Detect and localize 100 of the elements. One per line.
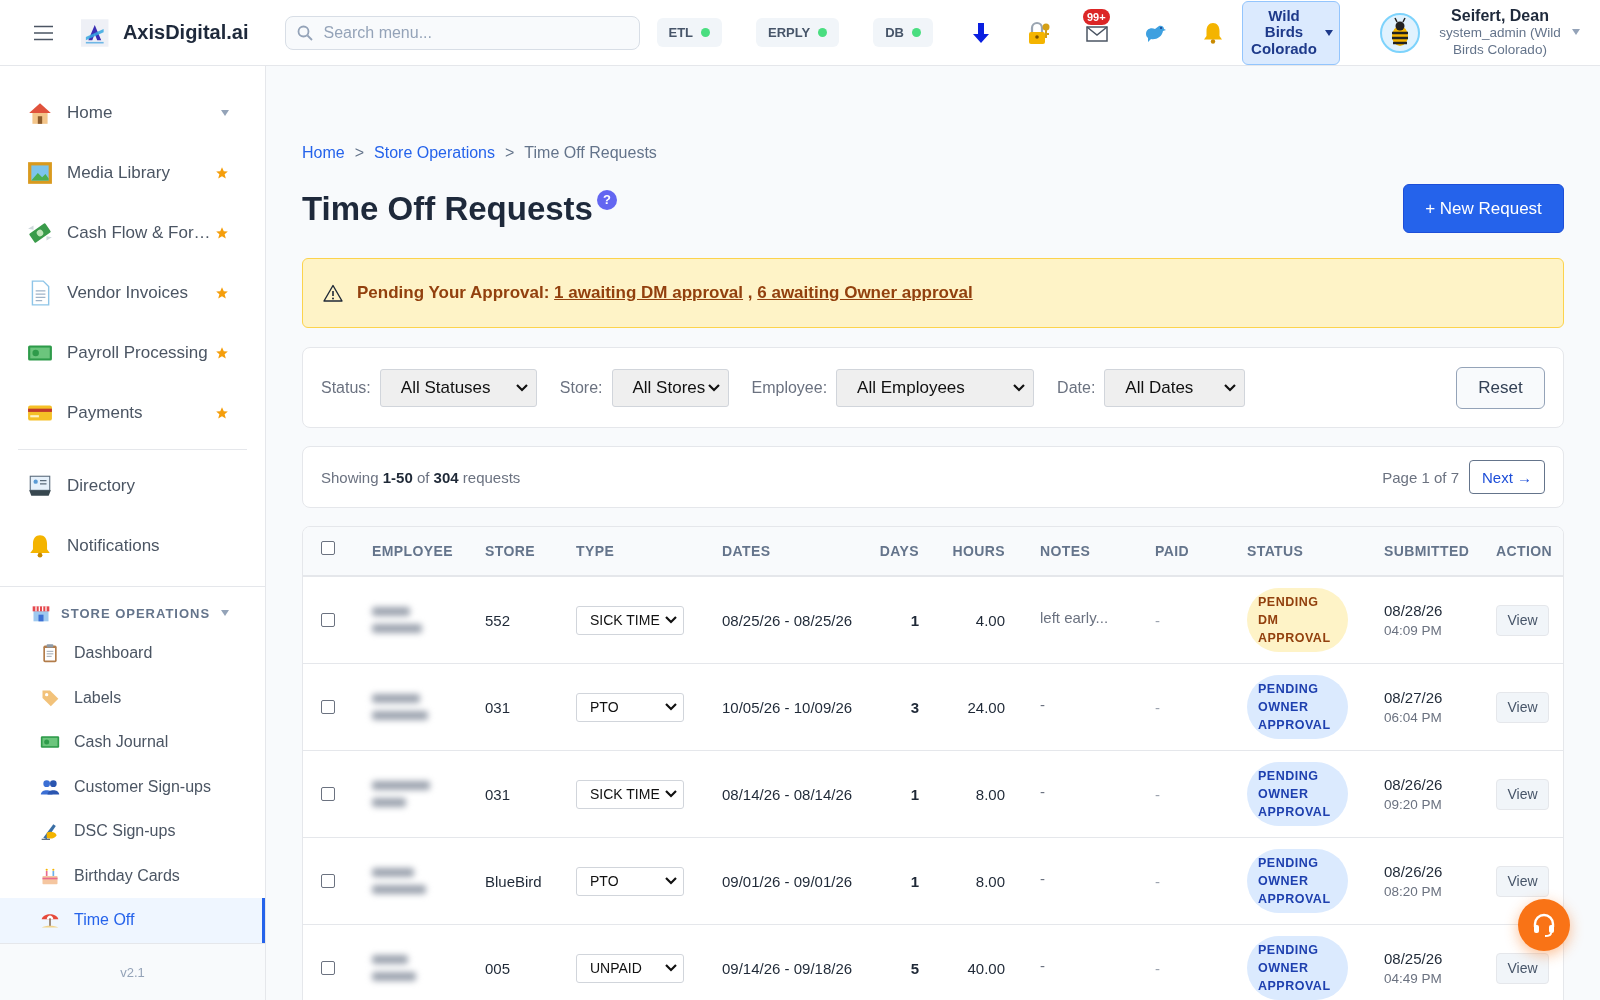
- type-dropdown[interactable]: UNPAID: [576, 953, 684, 983]
- chevron-icon: [665, 616, 677, 624]
- chevron-icon: [1013, 383, 1026, 392]
- warning-icon: [323, 284, 343, 302]
- menu-icon[interactable]: [34, 23, 54, 42]
- dates-cell-text: 09/14/26 - 09/18/26: [722, 959, 854, 977]
- nav-link[interactable]: DSC Sign-ups: [0, 809, 265, 854]
- filter-label: Date:: [1057, 378, 1096, 397]
- next-page-button[interactable]: Next →: [1469, 460, 1545, 494]
- search-field[interactable]: Search menu...: [284, 15, 640, 50]
- nav-link[interactable]: Time Off: [0, 898, 265, 943]
- nav-link[interactable]: Customer Sign-ups: [0, 764, 265, 809]
- nav-link[interactable]: Labels: [0, 675, 265, 720]
- dates-cell-text: 09/01/26 - 09/01/26: [722, 872, 854, 890]
- star-icon[interactable]: [215, 406, 229, 420]
- nav-link[interactable]: Cash Flow & For…: [27, 220, 215, 246]
- star-icon[interactable]: [215, 286, 229, 300]
- column-header: ACTION: [1496, 543, 1554, 559]
- row-checkbox[interactable]: [321, 700, 335, 714]
- row-checkbox[interactable]: [321, 787, 335, 801]
- notification-count: 99+: [1083, 8, 1110, 25]
- view-button[interactable]: View: [1496, 778, 1549, 810]
- column-header: TYPE: [576, 543, 616, 559]
- blurred-name: [372, 694, 428, 720]
- nav-link[interactable]: Payroll Processing: [27, 340, 215, 366]
- caret-icon: [221, 610, 229, 616]
- bee-avatar-icon[interactable]: [1380, 12, 1420, 53]
- section-toggle[interactable]: STORE OPERATIONS: [0, 587, 265, 631]
- hours-cell-text: 4.00: [974, 611, 1005, 629]
- row-checkbox[interactable]: [321, 874, 335, 888]
- view-button[interactable]: View: [1496, 865, 1549, 897]
- store-cell-text: BlueBird: [485, 872, 543, 890]
- approval-link[interactable]: 6 awaiting Owner approval: [757, 283, 973, 302]
- nav-link[interactable]: Payments: [27, 400, 215, 426]
- type-dropdown[interactable]: SICK TIME: [576, 605, 684, 635]
- approval-link[interactable]: 1 awaiting DM approval: [554, 283, 744, 302]
- caret-icon: [1325, 29, 1333, 36]
- caret-icon: [1572, 28, 1580, 35]
- type-dropdown[interactable]: PTO: [576, 692, 684, 722]
- new-request-button[interactable]: + New Request: [1403, 184, 1564, 233]
- approval-message: Pending Your Approval: 1 awaiting DM approval , 6 awaiting Owner approval: [357, 283, 973, 303]
- store-selector[interactable]: Wild Birds Colorado: [1242, 0, 1340, 65]
- view-button[interactable]: View: [1496, 952, 1549, 984]
- status-badge: PENDING OWNER APPROVAL: [1247, 762, 1348, 826]
- paid-cell-text: -: [1155, 959, 1161, 977]
- store-icon: [31, 603, 51, 623]
- blurred-name: [372, 868, 426, 894]
- type-dropdown[interactable]: PTO: [576, 866, 684, 896]
- clipboard-icon: [40, 643, 60, 664]
- framed-picture-icon: [27, 160, 53, 186]
- submitted-date: 08/28/26: [1384, 602, 1444, 619]
- column-header: PAID: [1155, 543, 1190, 559]
- breadcrumb-current: Time Off Requests: [524, 144, 657, 162]
- chevron-icon: [665, 964, 677, 972]
- nav-link[interactable]: Home: [27, 100, 221, 126]
- star-icon[interactable]: [215, 226, 229, 240]
- filter-dropdown[interactable]: All Statuses: [379, 368, 537, 407]
- store-cell-text: 552: [485, 611, 512, 629]
- paid-cell-text: -: [1155, 785, 1161, 803]
- nav-link[interactable]: Dashboard: [0, 631, 265, 676]
- lock-with-key-icon[interactable]: [1027, 20, 1051, 45]
- hours-cell-text: 24.00: [966, 698, 1005, 716]
- nav-link[interactable]: Vendor Invoices: [27, 280, 215, 306]
- days-cell-text: 1: [909, 611, 919, 629]
- reset-button[interactable]: Reset: [1456, 366, 1545, 409]
- nav-link[interactable]: Directory: [27, 473, 229, 499]
- column-header: NOTES: [1039, 543, 1092, 559]
- submitted-date: 08/27/26: [1384, 689, 1444, 706]
- type-dropdown[interactable]: SICK TIME: [576, 779, 684, 809]
- star-icon[interactable]: [215, 346, 229, 360]
- view-button[interactable]: View: [1496, 691, 1549, 723]
- service-status-chip: DB: [873, 18, 933, 47]
- status-badge: PENDING OWNER APPROVAL: [1247, 675, 1348, 739]
- select-all-checkbox[interactable]: [321, 541, 335, 555]
- notes-cell-text: left early...: [1039, 609, 1110, 626]
- view-button[interactable]: View: [1496, 604, 1549, 636]
- nav-link[interactable]: Birthday Cards: [0, 853, 265, 898]
- filter-dropdown[interactable]: All Stores: [611, 368, 729, 407]
- filter-dropdown[interactable]: All Employees: [836, 368, 1035, 407]
- paid-cell-text: -: [1155, 698, 1161, 716]
- breadcrumb-link[interactable]: Store Operations: [374, 144, 495, 162]
- user-role: system_admin (Wild Birds Colorado): [1438, 24, 1562, 59]
- column-header: HOURS: [951, 543, 1005, 559]
- nav-link[interactable]: Media Library: [27, 160, 215, 186]
- nav-link[interactable]: Notifications: [27, 533, 229, 559]
- breadcrumb-link[interactable]: Home: [302, 144, 345, 162]
- blurred-name: [372, 607, 422, 633]
- star-icon[interactable]: [215, 166, 229, 180]
- row-checkbox[interactable]: [321, 613, 335, 627]
- filter-label: Employee:: [751, 378, 828, 397]
- paid-cell-text: -: [1155, 611, 1161, 629]
- hours-cell-text: 8.00: [974, 785, 1005, 803]
- submitted-time: 09:20 PM: [1384, 797, 1443, 812]
- headset-icon: [1531, 912, 1557, 938]
- chevron-icon: [665, 877, 677, 885]
- nav-link[interactable]: Cash Journal: [0, 720, 265, 765]
- filter-dropdown[interactable]: All Dates: [1104, 368, 1246, 407]
- help-badge[interactable]: ?: [596, 189, 617, 210]
- row-checkbox[interactable]: [321, 961, 335, 975]
- column-header: EMPLOYEE: [372, 543, 454, 559]
